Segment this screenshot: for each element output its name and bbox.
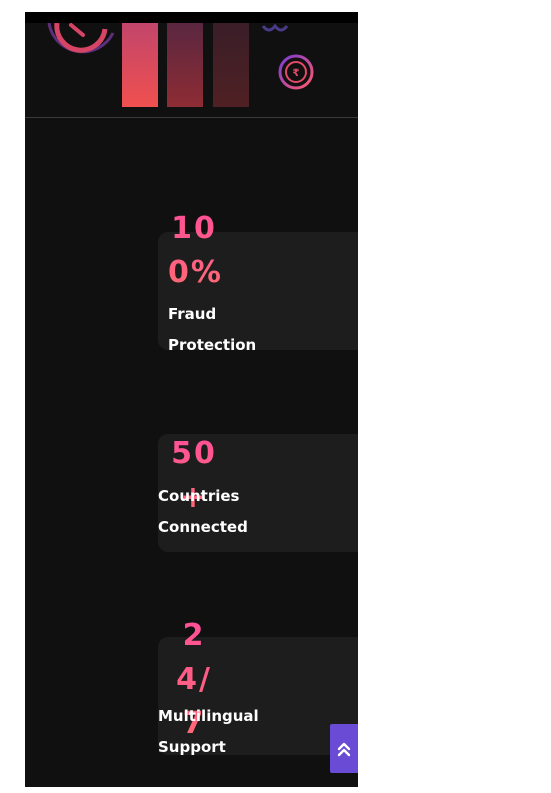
scroll-to-top-button[interactable] [330, 724, 358, 773]
stat-label: Countries Connected [158, 487, 248, 536]
bar-chart-bar-3 [213, 23, 249, 107]
double-chevron-up-icon [337, 742, 351, 756]
bar-chart-bar-2 [167, 23, 203, 107]
rupee-coin-icon: ₹ [278, 54, 314, 90]
bar-chart-bar-1 [122, 23, 158, 107]
svg-text:₹: ₹ [293, 68, 300, 79]
stat-value: 100% [168, 207, 221, 295]
stat-label: Fraud Protection [168, 305, 257, 354]
stat-label: Multilingual Support [158, 707, 259, 756]
section-divider [25, 117, 358, 118]
settings-gear-icon [261, 23, 289, 32]
page-viewport: ₹ 100% Fraud Protection 50+ Countries Co… [25, 12, 358, 787]
hero-illustration: ₹ [47, 23, 314, 107]
donut-chart-icon [47, 23, 115, 54]
top-bar [25, 12, 358, 23]
